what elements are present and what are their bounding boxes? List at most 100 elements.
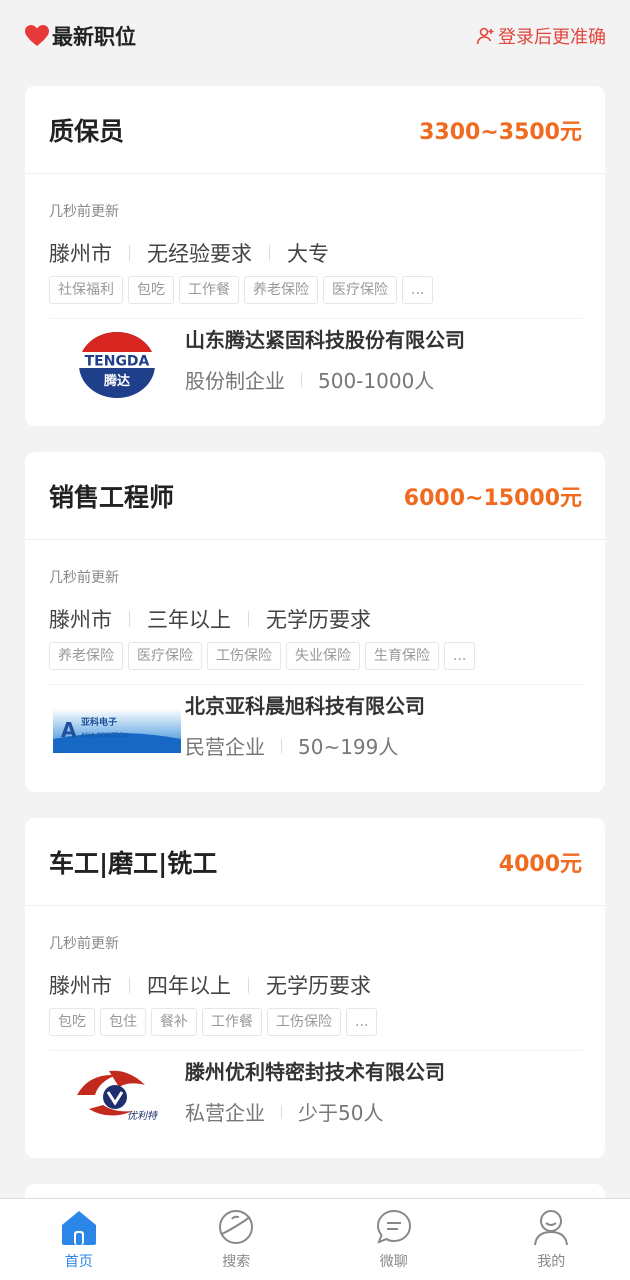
divider	[248, 611, 249, 627]
more-tags: ...	[402, 276, 434, 304]
tab-chat[interactable]: 微聊	[315, 1199, 473, 1280]
section-title-group: 最新职位	[24, 21, 136, 51]
benefit-tag: 包住	[100, 1008, 146, 1036]
job-requirements: 滕州市 三年以上 无学历要求	[49, 604, 582, 634]
company-logo: 亚科电子 ASIA SCI&TECH A	[49, 689, 185, 773]
benefit-tag: 包吃	[49, 1008, 95, 1036]
benefit-tag: 生育保险	[365, 642, 439, 670]
benefit-tags: 包吃 包住 餐补 工作餐 工伤保险 ...	[49, 1008, 582, 1036]
company-logo: 优利特	[49, 1055, 185, 1139]
divider	[301, 372, 302, 387]
job-experience: 三年以上	[147, 608, 231, 632]
divider	[281, 1104, 282, 1119]
company-meta: 股份制企业 500-1000人	[185, 365, 465, 394]
page-title: 最新职位	[52, 25, 136, 49]
job-city: 滕州市	[49, 608, 112, 632]
job-salary: 4000元	[498, 851, 582, 877]
company-name: 滕州优利特密封技术有限公司	[185, 1060, 445, 1084]
tab-label: 搜索	[222, 1254, 251, 1270]
job-salary: 3300~3500元	[419, 119, 582, 145]
tab-home[interactable]: 首页	[0, 1199, 158, 1280]
company-type: 股份制企业	[185, 369, 285, 393]
tab-profile[interactable]: 我的	[473, 1199, 630, 1280]
search-planet-icon	[216, 1207, 256, 1247]
company-row[interactable]: TENGDA 腾达 山东腾达紧固科技股份有限公司 股份制企业 500-1000人	[49, 318, 582, 410]
benefit-tags: 社保福利 包吃 工作餐 养老保险 医疗保险 ...	[49, 276, 582, 304]
divider	[248, 977, 249, 993]
job-salary: 6000~15000元	[403, 485, 582, 511]
company-type: 民营企业	[185, 735, 265, 759]
more-tags: ...	[346, 1008, 378, 1036]
benefit-tag: 工作餐	[202, 1008, 262, 1036]
login-hint-link[interactable]: 登录后更准确	[476, 23, 606, 49]
job-list: 质保员 3300~3500元 几秒前更新 滕州市 无经验要求 大专 社保福利 包…	[0, 72, 630, 1204]
company-logo-text: 亚科电子	[81, 716, 117, 728]
job-city: 滕州市	[49, 974, 112, 998]
job-education: 大专	[287, 242, 329, 266]
company-meta: 私营企业 少于50人	[185, 1097, 445, 1126]
job-card[interactable]: 质保员 3300~3500元 几秒前更新 滕州市 无经验要求 大专 社保福利 包…	[25, 86, 605, 426]
job-title: 销售工程师	[49, 482, 175, 512]
bottom-tab-bar: 首页 搜索 微聊 我的	[0, 1198, 630, 1280]
job-card-header: 质保员 3300~3500元	[25, 86, 605, 174]
benefit-tag: 工作餐	[179, 276, 239, 304]
company-size: 少于50人	[298, 1101, 384, 1125]
company-meta: 民营企业 50~199人	[185, 731, 425, 760]
job-card-header: 销售工程师 6000~15000元	[25, 452, 605, 540]
svg-text:A: A	[61, 718, 77, 742]
job-experience: 四年以上	[147, 974, 231, 998]
job-requirements: 滕州市 四年以上 无学历要求	[49, 970, 582, 1000]
login-hint-label: 登录后更准确	[498, 27, 606, 48]
benefit-tag: 工伤保险	[267, 1008, 341, 1036]
job-title: 质保员	[49, 116, 125, 146]
update-time: 几秒前更新	[49, 570, 119, 586]
job-card-header: 车工|磨工|铣工 4000元	[25, 818, 605, 906]
job-title: 车工|磨工|铣工	[49, 848, 218, 878]
company-size: 50~199人	[298, 735, 399, 759]
benefit-tag: 餐补	[151, 1008, 197, 1036]
heart-icon	[24, 24, 50, 48]
benefit-tag: 医疗保险	[323, 276, 397, 304]
benefit-tag: 工伤保险	[207, 642, 281, 670]
divider	[129, 611, 130, 627]
tab-label: 我的	[537, 1254, 566, 1270]
job-requirements: 滕州市 无经验要求 大专	[49, 238, 582, 268]
company-logo-subtext: ASIA SCI&TECH	[81, 732, 127, 739]
benefit-tag: 社保福利	[49, 276, 123, 304]
divider	[129, 977, 130, 993]
company-logo-text: 优利特	[127, 1110, 158, 1122]
benefit-tag: 失业保险	[286, 642, 360, 670]
chat-icon	[374, 1207, 414, 1247]
company-name: 北京亚科晨旭科技有限公司	[185, 694, 425, 718]
divider	[269, 245, 270, 261]
job-education: 无学历要求	[266, 608, 371, 632]
job-education: 无学历要求	[266, 974, 371, 998]
job-card[interactable]: 销售工程师 6000~15000元 几秒前更新 滕州市 三年以上 无学历要求 养…	[25, 452, 605, 792]
company-logo: TENGDA 腾达	[49, 323, 185, 407]
benefit-tag: 包吃	[128, 276, 174, 304]
company-row[interactable]: 亚科电子 ASIA SCI&TECH A 北京亚科晨旭科技有限公司 民营企业 5…	[49, 684, 582, 776]
tab-label: 首页	[64, 1254, 93, 1270]
company-row[interactable]: 优利特 滕州优利特密封技术有限公司 私营企业 少于50人	[49, 1050, 582, 1142]
tab-label: 微聊	[379, 1254, 408, 1270]
benefit-tags: 养老保险 医疗保险 工伤保险 失业保险 生育保险 ...	[49, 642, 582, 670]
top-header: 最新职位 登录后更准确	[0, 0, 630, 72]
more-tags: ...	[444, 642, 476, 670]
benefit-tag: 养老保险	[244, 276, 318, 304]
job-city: 滕州市	[49, 242, 112, 266]
benefit-tag: 养老保险	[49, 642, 123, 670]
divider	[281, 738, 282, 753]
tab-search[interactable]: 搜索	[158, 1199, 316, 1280]
company-size: 500-1000人	[318, 369, 435, 393]
user-plus-icon	[476, 26, 496, 46]
update-time: 几秒前更新	[49, 936, 119, 952]
profile-icon	[531, 1207, 571, 1247]
job-card[interactable]: 车工|磨工|铣工 4000元 几秒前更新 滕州市 四年以上 无学历要求 包吃 包…	[25, 818, 605, 1158]
job-experience: 无经验要求	[147, 242, 252, 266]
home-icon	[59, 1207, 99, 1247]
company-name: 山东腾达紧固科技股份有限公司	[185, 328, 465, 352]
company-logo-subtext: 腾达	[103, 373, 130, 389]
company-type: 私营企业	[185, 1101, 265, 1125]
benefit-tag: 医疗保险	[128, 642, 202, 670]
update-time: 几秒前更新	[49, 204, 119, 220]
